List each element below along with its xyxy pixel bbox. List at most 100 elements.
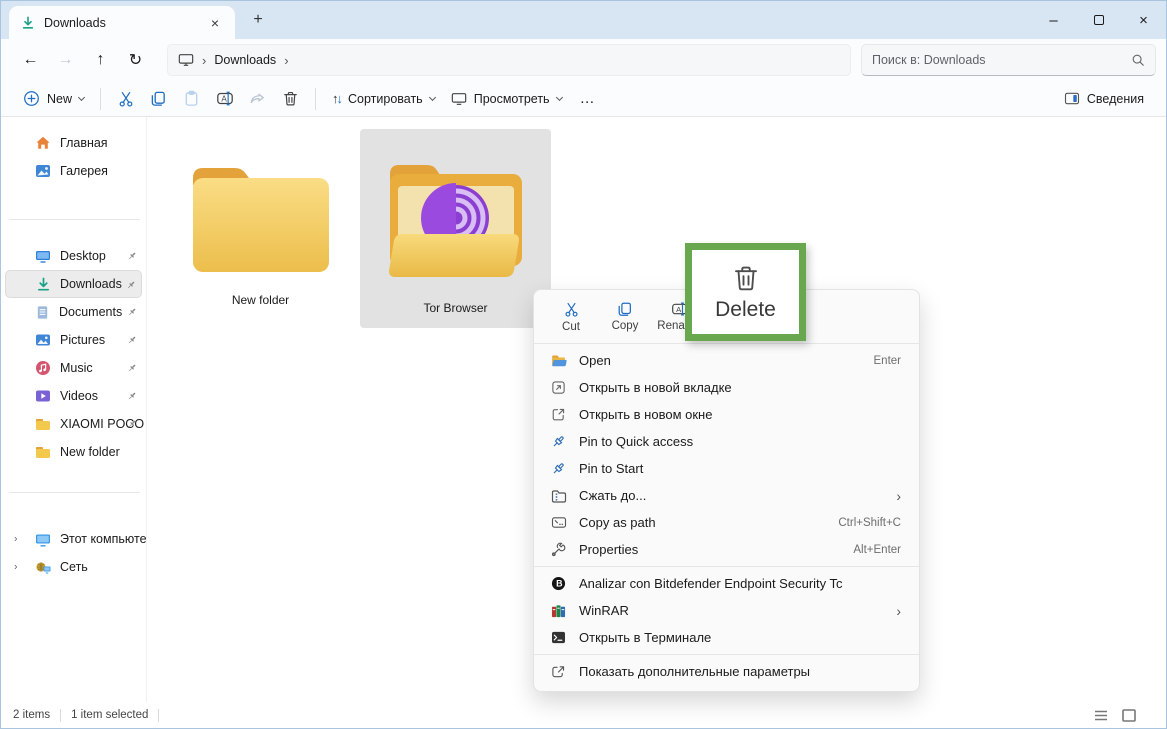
chevron-right-icon[interactable]: ›	[14, 562, 17, 573]
search-box[interactable]	[861, 44, 1156, 76]
file-tile-tor-browser[interactable]: Tor Browser	[360, 129, 551, 328]
sidebar-item-xiaomi-poco[interactable]: XIAOMI POCO F	[1, 410, 146, 438]
copy-icon	[617, 301, 633, 317]
tab-close-icon[interactable]: ×	[207, 15, 223, 31]
scissors-icon	[117, 90, 135, 108]
status-bar: 2 items 1 item selected	[1, 702, 1166, 728]
sidebar-item-network[interactable]: › Сеть	[1, 553, 146, 581]
refresh-button[interactable]: ↻	[118, 44, 153, 76]
pin-icon	[126, 280, 136, 290]
folder-icon	[35, 445, 51, 459]
menu-item-open-new-window[interactable]: Открыть в новом окне	[538, 401, 915, 428]
address-bar[interactable]: › Downloads ›	[167, 44, 851, 76]
context-menu: Cut Copy A Rename Delete Open Enter Откр…	[533, 289, 920, 692]
menu-item-open-in-terminal[interactable]: Открыть в Терминале	[538, 624, 915, 651]
sort-button[interactable]: ↑↓ Сортировать	[324, 86, 443, 111]
documents-icon	[35, 305, 50, 320]
pictures-icon	[35, 332, 51, 348]
zip-folder-icon	[550, 489, 567, 503]
breadcrumb-chevron[interactable]: ›	[284, 53, 288, 68]
statusbar-divider	[158, 709, 159, 722]
menu-item-show-more-options[interactable]: Показать дополнительные параметры	[538, 658, 915, 685]
selected-count: 1 item selected	[71, 709, 148, 721]
sidebar-item-this-pc[interactable]: › Этот компьютер	[1, 525, 146, 553]
list-view-icon[interactable]	[1094, 710, 1108, 721]
file-name-label[interactable]: Tor Browser	[423, 301, 487, 315]
menu-item-winrar[interactable]: WinRAR ›	[538, 597, 915, 624]
large-icons-view-icon[interactable]	[1122, 709, 1136, 722]
up-button[interactable]: ↑	[83, 44, 118, 76]
network-icon	[35, 560, 51, 575]
menu-item-pin-quick-access[interactable]: Pin to Quick access	[538, 428, 915, 455]
see-more-button[interactable]: …	[570, 90, 606, 107]
new-tab-button[interactable]: +	[245, 7, 271, 33]
download-tab-icon	[21, 16, 35, 30]
trash-icon	[731, 263, 761, 293]
menu-item-properties[interactable]: Properties Alt+Enter	[538, 536, 915, 563]
copy-as-path-icon	[550, 516, 567, 529]
breadcrumb-downloads[interactable]: Downloads	[214, 53, 276, 67]
sidebar-item-videos[interactable]: Videos	[1, 382, 146, 410]
svg-text:A: A	[221, 95, 227, 104]
scissors-icon	[563, 301, 580, 318]
cut-button[interactable]	[109, 85, 142, 113]
search-icon[interactable]	[1131, 53, 1145, 67]
terminal-icon	[550, 631, 567, 644]
delete-highlight-annotation[interactable]: Delete	[685, 243, 806, 341]
breadcrumb-chevron[interactable]: ›	[202, 53, 206, 68]
sidebar-item-gallery[interactable]: Галерея	[1, 157, 146, 185]
open-new-tab-icon	[550, 380, 567, 395]
sidebar-item-pictures[interactable]: Pictures	[1, 326, 146, 354]
view-button[interactable]: Просмотреть	[443, 87, 570, 111]
share-button	[241, 85, 274, 113]
sidebar-item-new-folder[interactable]: New folder	[1, 438, 146, 466]
forward-button: →	[48, 44, 83, 76]
navigation-pane: Главная Галерея Desktop Downloads Docume…	[1, 117, 146, 702]
menu-item-pin-to-start[interactable]: Pin to Start	[538, 455, 915, 482]
pin-icon	[550, 434, 567, 449]
file-tile-new-folder[interactable]: New folder	[165, 129, 356, 328]
menu-item-compress-to[interactable]: Сжать до... ›	[538, 482, 915, 509]
chevron-right-icon[interactable]: ›	[14, 534, 17, 545]
menu-item-open[interactable]: Open Enter	[538, 347, 915, 374]
sidebar-item-downloads[interactable]: Downloads	[5, 270, 142, 298]
details-pane-button[interactable]: Сведения	[1056, 87, 1152, 111]
tab-downloads[interactable]: Downloads ×	[9, 6, 235, 39]
file-name-label[interactable]: New folder	[232, 293, 289, 307]
sidebar-item-desktop[interactable]: Desktop	[1, 242, 146, 270]
delete-button[interactable]	[274, 85, 307, 113]
paste-button	[175, 85, 208, 113]
rename-button[interactable]: A	[208, 85, 241, 113]
this-pc-icon	[35, 532, 51, 547]
chevron-down-icon	[429, 93, 436, 100]
submenu-chevron-icon: ›	[896, 488, 901, 504]
pin-icon	[127, 419, 137, 429]
view-button-label: Просмотреть	[474, 92, 550, 106]
copy-button[interactable]	[142, 85, 175, 113]
open-new-window-icon	[550, 407, 567, 422]
minimize-button[interactable]: –	[1031, 1, 1076, 39]
maximize-button[interactable]	[1076, 1, 1121, 39]
sidebar-item-music[interactable]: Music	[1, 354, 146, 382]
downloads-icon	[36, 277, 51, 292]
new-button[interactable]: New	[15, 85, 92, 112]
submenu-chevron-icon: ›	[896, 603, 901, 619]
menu-item-bitdefender-scan[interactable]: B Analizar con Bitdefender Endpoint Secu…	[538, 570, 915, 597]
menu-separator	[534, 566, 919, 567]
search-input[interactable]	[872, 53, 1131, 67]
show-more-options-icon	[550, 665, 567, 679]
menu-item-copy-as-path[interactable]: Copy as path Ctrl+Shift+C	[538, 509, 915, 536]
copy-command[interactable]: Copy	[602, 298, 648, 332]
sidebar-item-documents[interactable]: Documents	[1, 298, 146, 326]
back-button[interactable]: ←	[13, 44, 48, 76]
pin-icon	[127, 251, 137, 261]
items-count: 2 items	[13, 709, 50, 721]
svg-text:A: A	[676, 305, 682, 314]
desktop-icon	[35, 248, 51, 264]
cut-command[interactable]: Cut	[548, 298, 594, 333]
tab-title: Downloads	[44, 16, 198, 30]
close-button[interactable]: ×	[1121, 1, 1166, 39]
folder-large-icon	[181, 154, 341, 279]
menu-item-open-new-tab[interactable]: Открыть в новой вкладке	[538, 374, 915, 401]
sidebar-item-home[interactable]: Главная	[1, 129, 146, 157]
